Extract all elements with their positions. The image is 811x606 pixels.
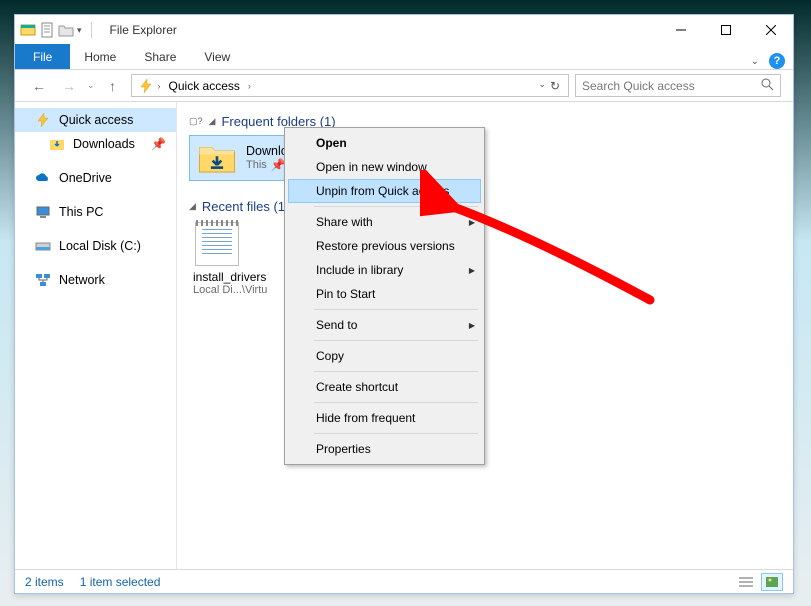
section-frequent[interactable]: ▢? ▾ ◢ Frequent folders (1)	[189, 114, 781, 129]
status-item-count: 2 items	[25, 575, 64, 589]
separator	[314, 340, 478, 341]
status-bar: 2 items 1 item selected	[15, 569, 793, 593]
separator	[314, 402, 478, 403]
breadcrumb-segment[interactable]: Quick access	[163, 79, 246, 93]
navigation-pane: Quick access Downloads 📌 OneDrive This P…	[15, 102, 177, 569]
nav-this-pc[interactable]: This PC	[15, 200, 176, 224]
file-path: Local Di...\Virtu	[193, 284, 285, 296]
nav-onedrive[interactable]: OneDrive	[15, 166, 176, 190]
recent-locations-icon[interactable]: ⌄	[87, 80, 95, 91]
nav-downloads[interactable]: Downloads 📌	[15, 132, 176, 156]
status-selected: 1 item selected	[80, 575, 161, 589]
nav-network[interactable]: Network	[15, 268, 176, 292]
minimize-button[interactable]	[658, 16, 703, 45]
text-file-icon	[195, 222, 239, 266]
ctx-unpin-quick-access[interactable]: Unpin from Quick access	[288, 179, 481, 203]
separator	[314, 433, 478, 434]
ribbon-tab-home[interactable]: Home	[70, 45, 130, 69]
pin-icon: 📌	[151, 137, 166, 151]
ctx-create-shortcut[interactable]: Create shortcut	[288, 375, 481, 399]
forward-button[interactable]: →	[57, 74, 81, 98]
breadcrumb[interactable]: › Quick access › ⌄ ↻	[131, 74, 569, 97]
search-input[interactable]: Search Quick access	[575, 74, 781, 97]
nav-quick-access[interactable]: Quick access	[15, 108, 176, 132]
quick-access-icon	[35, 112, 51, 128]
quick-access-icon	[136, 78, 156, 94]
chevron-right-icon[interactable]: ›	[156, 81, 163, 91]
separator	[314, 371, 478, 372]
ctx-restore-versions[interactable]: Restore previous versions	[288, 234, 481, 258]
separator	[314, 309, 478, 310]
ctx-copy[interactable]: Copy	[288, 344, 481, 368]
ctx-properties[interactable]: Properties	[288, 437, 481, 461]
this-pc-icon	[35, 204, 51, 220]
ribbon-file-tab[interactable]: File	[15, 44, 70, 69]
folder-icon	[196, 137, 238, 179]
ctx-hide-frequent[interactable]: Hide from frequent	[288, 406, 481, 430]
ctx-open-new-window[interactable]: Open in new window	[288, 155, 481, 179]
content-pane[interactable]: ▢? ▾ ◢ Frequent folders (1) Downloads Th…	[177, 102, 793, 569]
ctx-include-library[interactable]: Include in library	[288, 258, 481, 282]
search-icon	[761, 78, 774, 94]
titlebar: ▾ File Explorer	[15, 15, 793, 45]
downloads-icon	[49, 136, 65, 152]
ribbon-tab-view[interactable]: View	[190, 45, 244, 69]
new-folder-icon[interactable]	[58, 22, 74, 38]
up-button[interactable]: ↑	[101, 74, 125, 98]
file-install-drivers[interactable]: install_drivers Local Di...\Virtu	[189, 220, 289, 298]
ribbon-expand-icon[interactable]: ⌄	[751, 56, 759, 67]
network-icon	[35, 272, 51, 288]
window-controls	[658, 16, 793, 45]
close-button[interactable]	[748, 16, 793, 45]
ctx-pin-start[interactable]: Pin to Start	[288, 282, 481, 306]
collapse-icon[interactable]: ▢?	[189, 116, 203, 127]
separator	[314, 206, 478, 207]
section-recent[interactable]: ◢ Recent files (1)	[189, 199, 781, 214]
refresh-icon[interactable]: ↻	[550, 79, 560, 93]
properties-icon[interactable]	[39, 22, 55, 38]
help-icon[interactable]: ?	[769, 53, 785, 69]
chevron-right-icon[interactable]: ›	[246, 81, 253, 91]
search-placeholder: Search Quick access	[582, 79, 695, 93]
disk-icon	[35, 238, 51, 254]
details-view-button[interactable]	[735, 573, 757, 591]
thumbnails-view-button[interactable]	[761, 573, 783, 591]
ctx-open[interactable]: Open	[288, 131, 481, 155]
ribbon: File Home Share View ⌄ ?	[15, 45, 793, 70]
address-bar: ← → ⌄ ↑ › Quick access › ⌄ ↻ Search Quic…	[15, 70, 793, 102]
ctx-send-to[interactable]: Send to	[288, 313, 481, 337]
ctx-share-with[interactable]: Share with	[288, 210, 481, 234]
nav-local-disk[interactable]: Local Disk (C:)	[15, 234, 176, 258]
back-button[interactable]: ←	[27, 74, 51, 98]
qat-dropdown-icon[interactable]: ▾	[77, 25, 82, 36]
quick-access-toolbar: ▾	[15, 22, 98, 38]
explorer-icon	[20, 22, 36, 38]
ribbon-tab-share[interactable]: Share	[130, 45, 190, 69]
context-menu: Open Open in new window Unpin from Quick…	[284, 127, 485, 465]
onedrive-icon	[35, 170, 51, 186]
breadcrumb-dropdown-icon[interactable]: ⌄	[538, 79, 546, 93]
maximize-button[interactable]	[703, 16, 748, 45]
window-title: File Explorer	[110, 23, 177, 37]
file-name: install_drivers	[193, 270, 285, 284]
